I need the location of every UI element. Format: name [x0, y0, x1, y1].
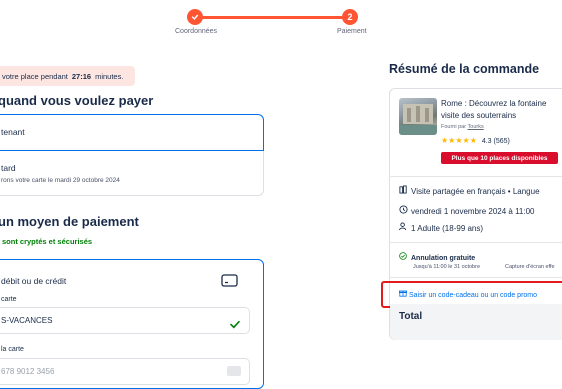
valid-check-icon [230, 316, 240, 334]
participants-row: 1 Adulte (18-99 ans) [399, 222, 483, 233]
stepper-progress-line [195, 16, 351, 19]
activity-thumbnail [399, 98, 437, 135]
pay-later-option[interactable]: tard rons votre carte le mardi 29 octobr… [0, 151, 264, 196]
pay-when-heading: quand vous voulez payer [0, 93, 154, 108]
star-rating-icon: ★★★★★ [441, 136, 477, 145]
total-label: Total [399, 311, 423, 322]
pay-now-label: tenant [1, 127, 25, 137]
card-number-input[interactable]: 678 9012 3456 [0, 358, 250, 385]
tour-type-row: Visite partagée en français • Langue [399, 185, 540, 196]
people-icon [399, 222, 411, 233]
timer-prefix: votre place pendant [2, 71, 68, 81]
screenshot-note: Capture d'écran effe [505, 264, 555, 270]
order-summary-title: Résumé de la commande [389, 62, 540, 76]
reservation-timer-banner: votre place pendant 27:16 minutes. [0, 66, 135, 86]
timer-suffix: minutes. [95, 71, 124, 81]
tour-type-text: Visite partagée en français • Langue [411, 187, 540, 196]
availability-badge: Plus que 10 places disponibles [441, 152, 558, 164]
secure-payment-note: sont cryptés et sécurisés [2, 237, 93, 246]
date-row: vendredi 1 novembre 2024 à 11:00 [399, 205, 535, 216]
cancellation-row: Annulation gratuite [399, 252, 475, 262]
activity-title-line1: Rome : Découvrez la fontaine [441, 99, 547, 108]
provider-line: Fourni par Tourks [441, 124, 484, 130]
tour-type-icon [399, 185, 411, 196]
pay-now-option[interactable]: tenant [0, 114, 264, 151]
card-number-label: la carte [1, 346, 24, 353]
check-circle-icon [399, 252, 411, 262]
provider-link[interactable]: Tourks [468, 124, 484, 130]
date-text: vendredi 1 novembre 2024 à 11:00 [411, 207, 535, 216]
summary-divider-2 [389, 242, 562, 243]
cancellation-note: Jusqu'à 11:00 le 31 octobre [413, 264, 480, 270]
pay-later-note: rons votre carte le mardi 29 octobre 202… [1, 177, 120, 184]
timer-countdown: 27:16 [71, 71, 92, 81]
rating-value: 4.3 (565) [481, 138, 510, 145]
step-1-label: Coordonnées [175, 28, 218, 35]
summary-divider-1 [389, 176, 562, 177]
card-holder-input[interactable]: S-VACANCES [0, 307, 250, 334]
payment-method-heading: un moyen de paiement [0, 214, 139, 229]
participants-text: 1 Adulte (18-99 ans) [411, 224, 484, 233]
clock-icon [399, 205, 411, 216]
step-2-indicator: 2 [342, 9, 358, 25]
pay-when-options: tenant tard rons votre carte le mardi 29… [0, 114, 264, 196]
provider-prefix: Fourni par [441, 124, 467, 130]
pay-later-label: tard [1, 163, 16, 173]
total-bar: Total [390, 304, 562, 340]
rating-row: ★★★★★ 4.3 (565) [441, 136, 510, 145]
step-1-complete-icon [187, 9, 203, 25]
activity-title-line2: visite des souterrains [441, 111, 517, 120]
card-payment-option[interactable]: débit ou de crédit carte S-VACANCES la c… [0, 259, 264, 389]
card-option-label: débit ou de crédit [1, 276, 67, 286]
summary-divider-3 [389, 277, 562, 278]
credit-card-icon [221, 274, 238, 292]
card-holder-label: carte [1, 296, 17, 303]
card-holder-value: S-VACANCES [1, 316, 53, 325]
step-2-label: Paiement [337, 28, 367, 35]
cancellation-title: Annulation gratuite [411, 255, 476, 262]
